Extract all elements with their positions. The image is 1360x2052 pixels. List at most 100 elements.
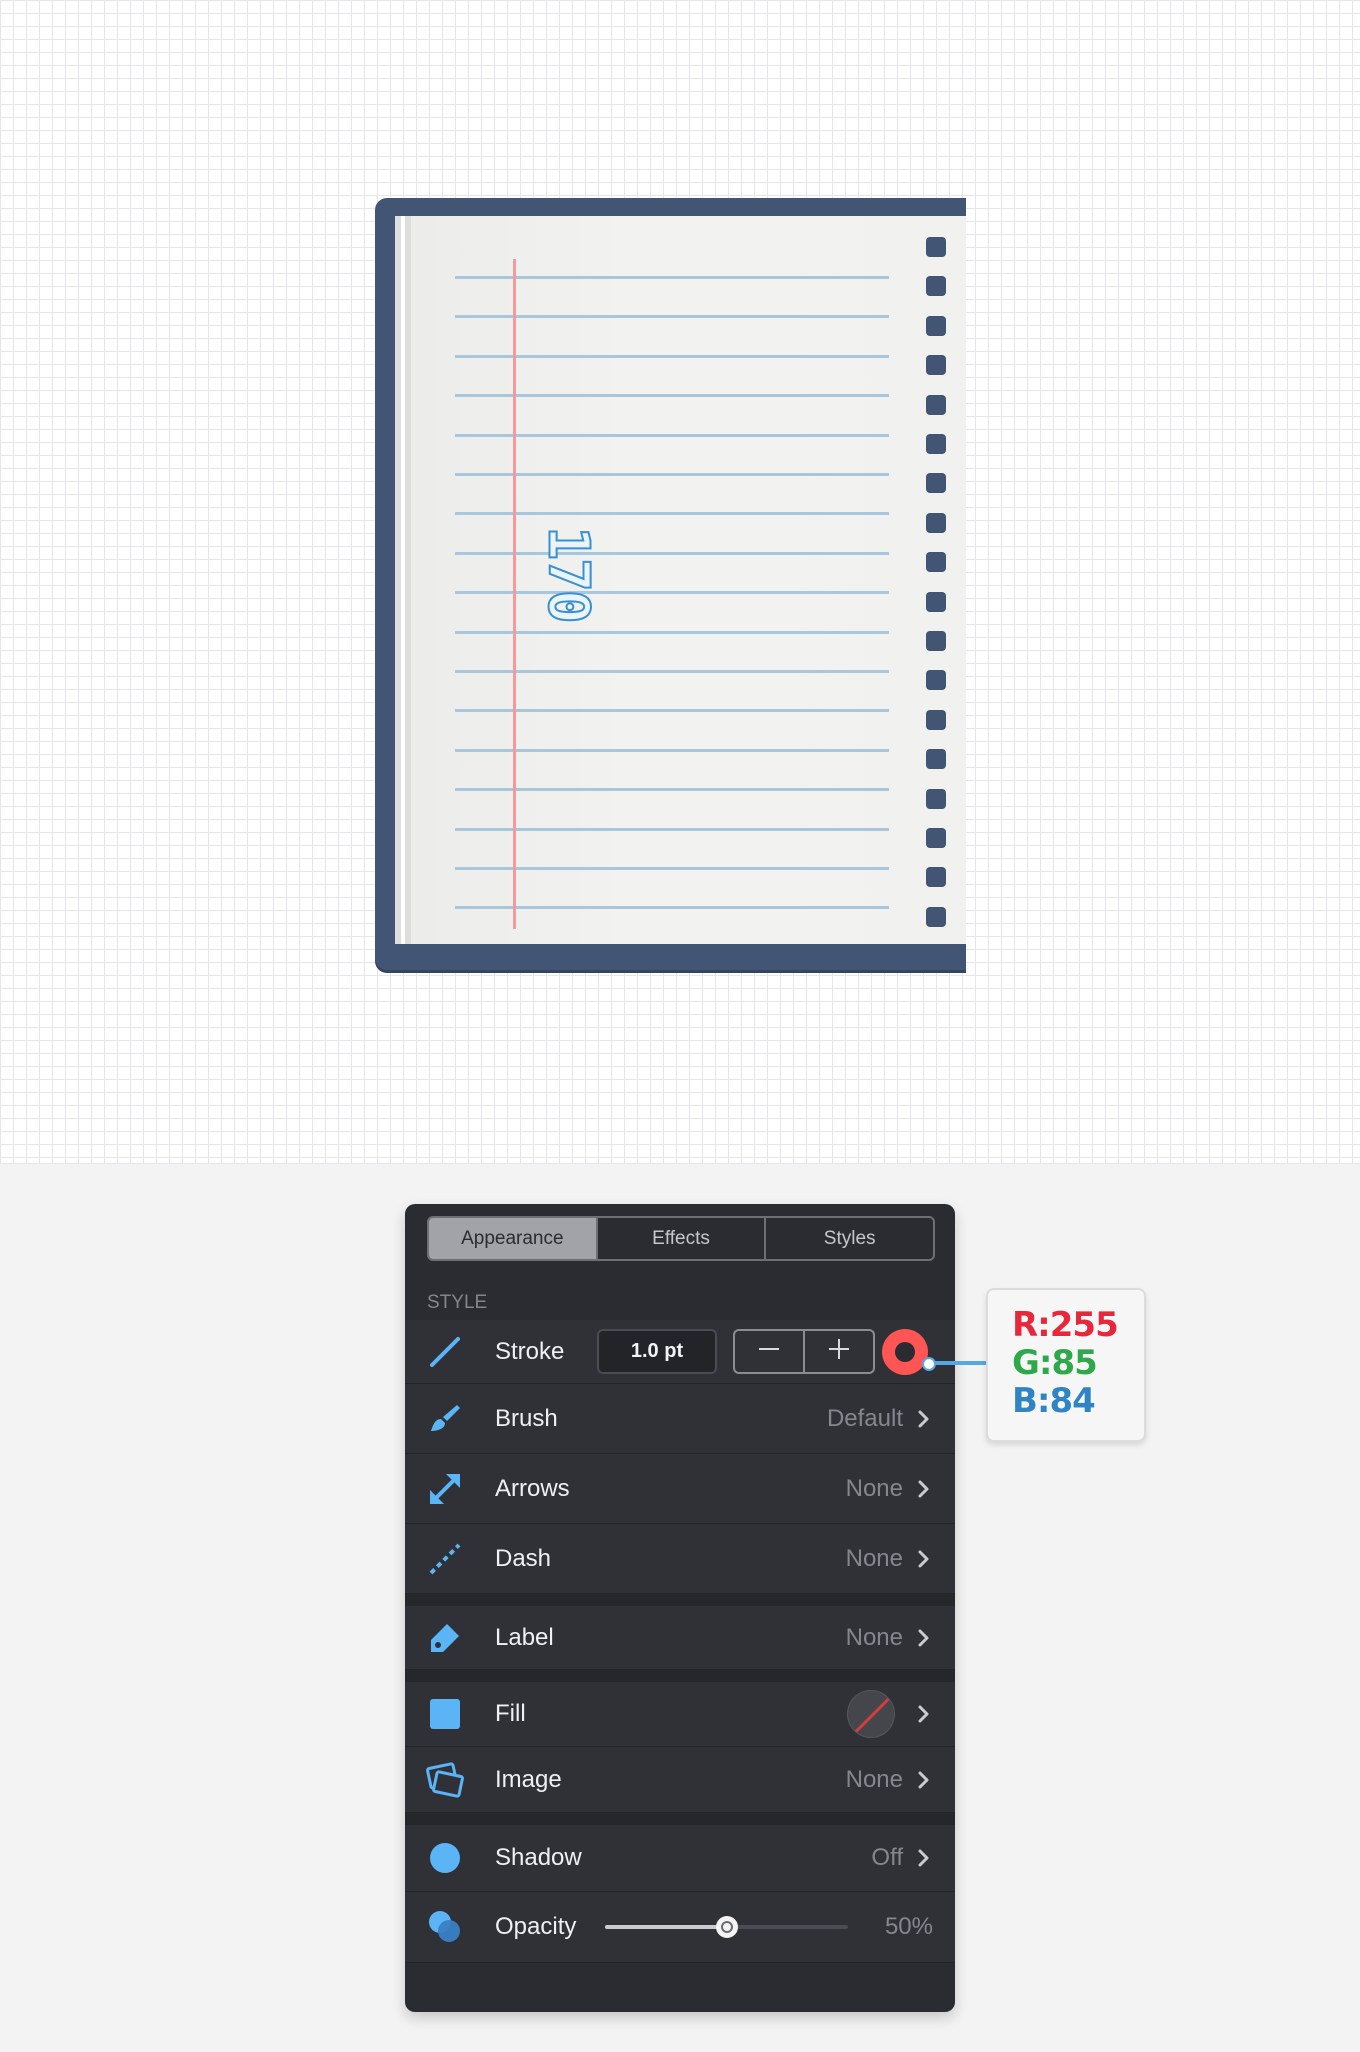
- tab-styles[interactable]: Styles: [764, 1218, 933, 1259]
- minus-icon: [757, 1337, 781, 1366]
- ruled-line: [455, 276, 889, 279]
- image-label: Image: [495, 1765, 562, 1793]
- binding-hole: [926, 552, 946, 573]
- ruled-line: [455, 906, 889, 910]
- opacity-slider-fill: [605, 1925, 727, 1929]
- opacity-slider[interactable]: [605, 1916, 848, 1938]
- ruled-line: [455, 315, 889, 319]
- chevron-right-icon: [917, 1409, 931, 1429]
- binding-hole: [926, 670, 946, 691]
- label-label: Label: [495, 1623, 554, 1651]
- rgb-color-callout: R:255 G:85 B:84: [986, 1288, 1146, 1442]
- opacity-slider-handle[interactable]: [715, 1916, 738, 1938]
- binding-hole: [926, 709, 946, 730]
- chevron-right-icon: [917, 1628, 931, 1648]
- appearance-panel: Appearance Effects Styles STYLE Stroke 1…: [405, 1204, 955, 2012]
- color-well-center: [895, 1342, 915, 1362]
- brush-value: Default: [826, 1404, 903, 1432]
- square-icon: [425, 1694, 465, 1734]
- chevron-right-icon: [917, 1479, 931, 1499]
- dash-label: Dash: [495, 1544, 552, 1572]
- binding-hole: [926, 473, 946, 494]
- binding-hole: [926, 788, 946, 809]
- binding-hole: [926, 631, 946, 651]
- arrows-label: Arrows: [495, 1474, 570, 1502]
- fill-row[interactable]: Fill: [405, 1682, 955, 1747]
- arrows-icon: [425, 1469, 465, 1509]
- shadow-row[interactable]: Shadow Off: [405, 1825, 955, 1892]
- shadow-value: Off: [871, 1844, 903, 1871]
- ruled-line: [455, 354, 889, 358]
- shadow-label: Shadow: [495, 1844, 582, 1871]
- fill-none-swatch[interactable]: [847, 1690, 895, 1738]
- opacity-icon: [425, 1907, 465, 1947]
- rgb-green-value: G:85: [1011, 1343, 1098, 1383]
- callout-connector: [922, 1357, 986, 1371]
- binding-hole: [926, 237, 946, 257]
- artboard-canvas: 170: [0, 0, 1360, 1164]
- binding-hole: [926, 355, 946, 376]
- ruled-line: [455, 748, 889, 752]
- section-gap: [405, 1670, 955, 1682]
- opacity-row: Opacity 50%: [405, 1892, 955, 1963]
- ruled-line: [455, 512, 889, 516]
- increment-button[interactable]: [803, 1331, 873, 1372]
- ruled-line: [455, 394, 889, 398]
- brush-icon: [425, 1399, 465, 1439]
- arrows-value: None: [845, 1474, 903, 1502]
- label-row[interactable]: Label None: [405, 1606, 955, 1670]
- ruled-line: [455, 473, 889, 476]
- notebook-paper: [411, 216, 966, 944]
- panel-tabs: Appearance Effects Styles: [427, 1216, 935, 1261]
- ruled-line: [455, 591, 889, 595]
- dash-icon: [425, 1539, 465, 1579]
- stroke-row: Stroke 1.0 pt: [405, 1320, 955, 1384]
- stroke-width-field[interactable]: 1.0 pt: [597, 1329, 717, 1374]
- dash-value: None: [845, 1544, 903, 1572]
- margin-line: [513, 259, 516, 929]
- ruled-line: [455, 788, 889, 792]
- ruled-line: [455, 827, 889, 831]
- tab-effects[interactable]: Effects: [595, 1218, 765, 1259]
- stroke-icon: [425, 1332, 465, 1372]
- decrement-button[interactable]: [735, 1331, 803, 1372]
- image-row[interactable]: Image None: [405, 1747, 955, 1813]
- arrows-row[interactable]: Arrows None: [405, 1454, 955, 1524]
- ruled-line: [455, 867, 889, 870]
- binding-hole: [926, 828, 946, 848]
- plus-icon: [827, 1337, 851, 1366]
- notebook-cover: [375, 198, 966, 970]
- rgb-red-value: R:255: [1011, 1305, 1119, 1345]
- brush-row[interactable]: Brush Default: [405, 1384, 955, 1454]
- section-title-style: STYLE: [427, 1292, 488, 1313]
- binding-hole: [926, 591, 946, 612]
- section-gap: [405, 1594, 955, 1606]
- opacity-label: Opacity: [495, 1913, 577, 1940]
- tab-appearance[interactable]: Appearance: [429, 1218, 596, 1259]
- chevron-right-icon: [917, 1549, 931, 1569]
- binding-hole: [926, 749, 946, 770]
- binding-hole: [926, 276, 946, 297]
- binding-hole: [926, 315, 946, 336]
- binding-hole: [926, 394, 946, 415]
- stroke-width-stepper: [733, 1329, 875, 1374]
- circle-icon: [425, 1838, 465, 1878]
- ruled-line: [455, 433, 889, 437]
- dash-row[interactable]: Dash None: [405, 1524, 955, 1594]
- brush-label: Brush: [495, 1404, 558, 1432]
- chevron-right-icon: [917, 1704, 931, 1724]
- chevron-right-icon: [917, 1848, 931, 1868]
- section-gap: [405, 1813, 955, 1825]
- page-number: 170: [535, 525, 602, 622]
- stroke-color-well[interactable]: [882, 1329, 928, 1375]
- rgb-blue-value: B:84: [1011, 1381, 1096, 1421]
- ruled-line: [455, 551, 889, 555]
- fill-label: Fill: [495, 1700, 526, 1727]
- tag-icon: [425, 1618, 465, 1658]
- binding-hole: [926, 867, 946, 888]
- ruled-line: [455, 630, 889, 634]
- stroke-label: Stroke: [495, 1337, 565, 1365]
- binding-hole: [926, 434, 946, 454]
- image-icon: [425, 1760, 465, 1800]
- label-value: None: [845, 1623, 903, 1651]
